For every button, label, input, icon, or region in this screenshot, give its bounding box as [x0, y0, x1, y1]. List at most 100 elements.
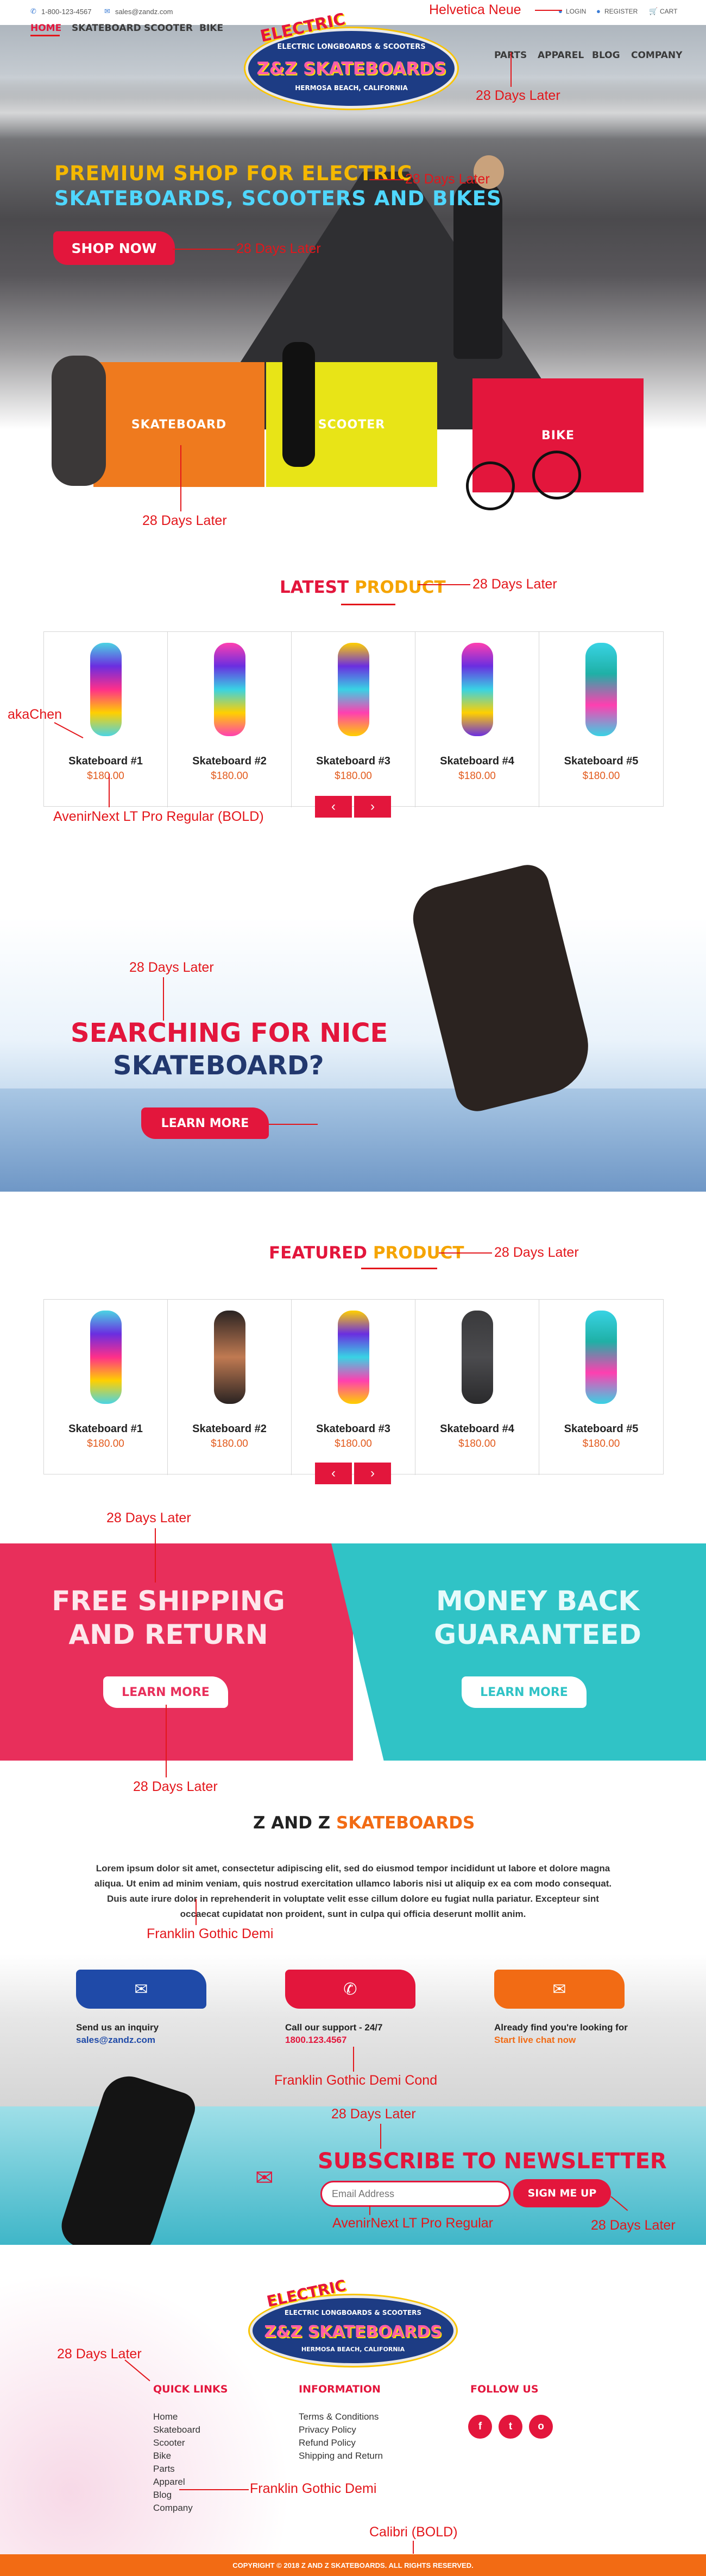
top-email[interactable]: sales@zandz.com [115, 8, 173, 16]
product-name[interactable]: Skateboard #2 [168, 1423, 291, 1435]
product-name[interactable]: Skateboard #1 [44, 755, 167, 768]
newsletter-email-input[interactable] [320, 2181, 510, 2207]
money-back-panel [331, 1543, 706, 1761]
money-back-line2: GUARANTEED [434, 1619, 641, 1650]
footer-link-terms[interactable]: Terms & Conditions [299, 2410, 383, 2423]
featured-title: FEATURED PRODUCT [269, 1243, 464, 1263]
nav-apparel[interactable]: APPAREL [538, 50, 584, 61]
product-name[interactable]: Skateboard #1 [44, 1423, 167, 1435]
logo-sub2: HERMOSA BEACH, CALIFORNIA [295, 84, 408, 92]
hero-line1: PREMIUM SHOP FOR ELECTRIC [54, 162, 413, 185]
inquiry-brush[interactable]: ✉ [76, 1970, 206, 2009]
product-image [462, 1311, 493, 1404]
footer-link-parts[interactable]: Parts [153, 2463, 200, 2476]
product-card[interactable]: Skateboard #4 $180.00 [415, 632, 539, 807]
footer-link-refund[interactable]: Refund Policy [299, 2436, 383, 2450]
nav-scooter[interactable]: SCOOTER [144, 23, 193, 34]
latest-prev-button[interactable]: ‹ [315, 796, 352, 818]
contact-value-inquiry[interactable]: sales@zandz.com [76, 2035, 155, 2046]
product-name[interactable]: Skateboard #5 [539, 755, 663, 768]
cart-link[interactable]: CART [660, 8, 677, 15]
nav-blog[interactable]: BLOG [592, 50, 620, 61]
note-arrow [179, 2489, 249, 2490]
search-learn-more-button[interactable]: LEARN MORE [141, 1107, 269, 1139]
note-days-newsletter: 28 Days Later [331, 2106, 416, 2122]
money-back-learn-more[interactable]: LEARN MORE [462, 1676, 587, 1708]
chat-brush[interactable]: ✉ [494, 1970, 625, 2009]
latest-title: LATEST PRODUCT [280, 578, 446, 597]
sign-me-up-button[interactable]: SIGN ME UP [513, 2179, 611, 2207]
footer-link-bike[interactable]: Bike [153, 2450, 200, 2463]
product-price: $180.00 [582, 1438, 620, 1450]
chevron-left-icon: ‹ [331, 799, 336, 814]
product-price: $180.00 [87, 770, 124, 782]
product-name[interactable]: Skateboard #4 [415, 1423, 539, 1435]
contact-value-support[interactable]: 1800.123.4567 [285, 2035, 346, 2046]
note-days-learn: 28 Days Later [133, 1779, 218, 1794]
facebook-icon[interactable]: f [468, 2415, 492, 2439]
shop-now-button[interactable]: SHOP NOW [53, 231, 175, 265]
about-title-a: Z AND Z [253, 1813, 337, 1833]
product-card[interactable]: Skateboard #3 $180.00 [292, 1300, 415, 1475]
featured-next-button[interactable]: › [354, 1463, 391, 1484]
contact-value-chat[interactable]: Start live chat now [494, 2035, 576, 2046]
latest-title-a: LATEST [280, 578, 355, 597]
note-arrow [269, 1124, 318, 1125]
note-days-footer: 28 Days Later [57, 2346, 142, 2362]
category-skateboard[interactable]: SKATEBOARD [93, 362, 264, 487]
note-arrow [418, 584, 470, 585]
footer-link-privacy[interactable]: Privacy Policy [299, 2423, 383, 2436]
product-card[interactable]: Skateboard #4 $180.00 [415, 1300, 539, 1475]
bike-wheel-image-2 [532, 451, 581, 499]
footer-link-home[interactable]: Home [153, 2410, 200, 2423]
twitter-icon[interactable]: t [499, 2415, 522, 2439]
support-brush[interactable]: ✆ [285, 1970, 415, 2009]
note-days-nav: 28 Days Later [476, 88, 560, 103]
product-name[interactable]: Skateboard #5 [539, 1423, 663, 1435]
nav-skateboard[interactable]: SKATEBOARD [72, 23, 141, 34]
footer [0, 2245, 706, 2554]
product-card[interactable]: Skateboard #5 $180.00 [539, 632, 663, 807]
product-card[interactable]: Skateboard #1 $180.00 [44, 632, 168, 807]
note-arrow [109, 774, 110, 807]
about-text: Lorem ipsum dolor sit amet, consectetur … [94, 1863, 612, 1919]
search-line1: SEARCHING FOR NICE [71, 1018, 388, 1048]
note-arrow [155, 1528, 156, 1583]
product-image [462, 643, 493, 736]
product-name[interactable]: Skateboard #4 [415, 755, 539, 768]
cart-icon: 🛒 [649, 7, 658, 15]
footer-logo-sub2: HERMOSA BEACH, CALIFORNIA [301, 2346, 405, 2353]
product-card[interactable]: Skateboard #5 $180.00 [539, 1300, 663, 1475]
product-card[interactable]: Skateboard #2 $180.00 [168, 1300, 292, 1475]
register-link[interactable]: REGISTER [604, 8, 638, 15]
footer-link-apparel[interactable]: Apparel [153, 2476, 200, 2489]
product-price: $180.00 [87, 1438, 124, 1450]
product-name[interactable]: Skateboard #3 [292, 755, 415, 768]
footer-link-shipping[interactable]: Shipping and Return [299, 2450, 383, 2463]
latest-title-b: PRODUCT [354, 578, 446, 597]
product-card[interactable]: Skateboard #2 $180.00 [168, 632, 292, 807]
bike-wheel-image [466, 461, 515, 510]
instagram-icon[interactable]: o [529, 2415, 553, 2439]
login-link[interactable]: LOGIN [566, 8, 586, 15]
latest-next-button[interactable]: › [354, 796, 391, 818]
top-phone[interactable]: 1-800-123-4567 [41, 8, 92, 16]
product-price: $180.00 [335, 770, 372, 782]
footer-link-scooter[interactable]: Scooter [153, 2436, 200, 2450]
nav-bike[interactable]: BIKE [199, 23, 223, 34]
note-arrow [173, 249, 235, 250]
footer-link-company[interactable]: Company [153, 2502, 200, 2515]
product-image [585, 643, 617, 736]
nav-home[interactable]: HOME [30, 23, 61, 34]
product-card[interactable]: Skateboard #1 $180.00 [44, 1300, 168, 1475]
footer-link-skateboard[interactable]: Skateboard [153, 2423, 200, 2436]
footer-link-blog[interactable]: Blog [153, 2489, 200, 2502]
free-shipping-learn-more[interactable]: LEARN MORE [103, 1676, 228, 1708]
featured-underline [361, 1268, 437, 1269]
featured-prev-button[interactable]: ‹ [315, 1463, 352, 1484]
product-name[interactable]: Skateboard #2 [168, 755, 291, 768]
product-name[interactable]: Skateboard #3 [292, 1423, 415, 1435]
product-card[interactable]: Skateboard #3 $180.00 [292, 632, 415, 807]
note-days-shop: 28 Days Later [236, 241, 321, 256]
nav-company[interactable]: COMPANY [631, 50, 682, 61]
